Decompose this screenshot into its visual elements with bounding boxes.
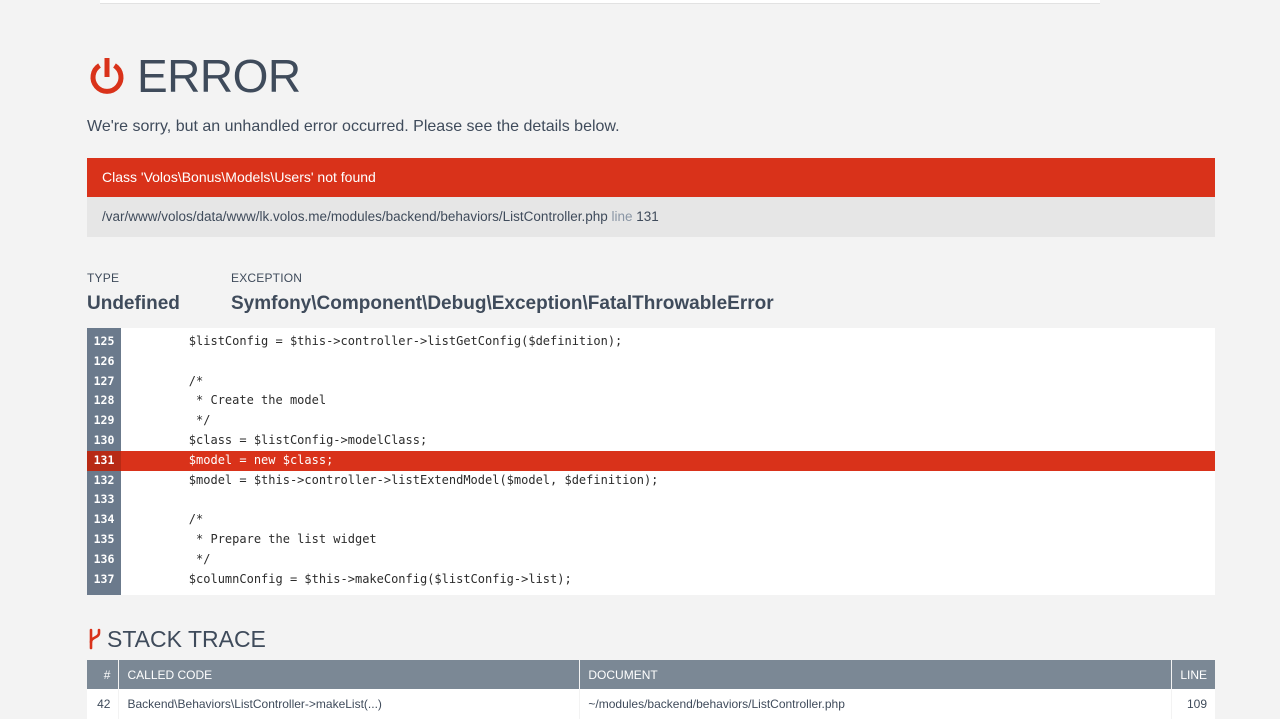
- code-line: 128 * Create the model: [87, 391, 1215, 411]
- code-text: $columnConfig = $this->makeConfig($listC…: [131, 571, 572, 586]
- code-text: /*: [131, 373, 204, 388]
- table-header-row: # CALLED CODE DOCUMENT LINE: [87, 660, 1215, 689]
- line-number: 134: [93, 512, 115, 527]
- line-label: line: [611, 209, 633, 224]
- line-number: 127: [93, 373, 115, 388]
- code-line: 130 $class = $listConfig->modelClass;: [87, 431, 1215, 451]
- line-number: 130: [93, 432, 115, 447]
- code-snippet: 125 $listConfig = $this->controller->lis…: [87, 328, 1215, 595]
- browser-top-edge: [100, 0, 1100, 4]
- code-line: 136 */: [87, 550, 1215, 570]
- column-header-line: LINE: [1171, 660, 1215, 689]
- column-header-document: DOCUMENT: [579, 660, 1173, 689]
- error-message-bar: Class 'Volos\Bonus\Models\Users' not fou…: [87, 158, 1215, 203]
- line-number: 132: [93, 472, 115, 487]
- code-text: /*: [131, 512, 204, 527]
- page-title: ERROR: [137, 50, 301, 102]
- line-number: 136: [93, 551, 115, 566]
- code-line-highlighted: 131 $model = new $class;: [87, 450, 1215, 471]
- line-number: 137: [93, 571, 115, 586]
- column-header-num: #: [87, 660, 120, 689]
- line-number: 133: [93, 492, 115, 507]
- stack-trace-heading: STACK TRACE: [87, 624, 266, 654]
- type-label: TYPE: [87, 271, 120, 285]
- code-text: */: [131, 413, 211, 428]
- table-row[interactable]: 42 Backend\Behaviors\ListController->mak…: [87, 689, 1215, 719]
- error-subtitle: We're sorry, but an unhandled error occu…: [87, 118, 620, 135]
- power-icon: [90, 58, 124, 94]
- code-line: 137 $columnConfig = $this->makeConfig($l…: [87, 570, 1215, 590]
- code-text: * Prepare the list widget: [131, 531, 377, 546]
- code-text: $model = $this->controller->listExtendMo…: [131, 472, 659, 487]
- row-line: 109: [1171, 689, 1215, 719]
- code-line: 135 * Prepare the list widget: [87, 530, 1215, 550]
- line-number: 131: [87, 450, 121, 471]
- row-num: 42: [87, 689, 120, 719]
- error-heading: ERROR: [87, 50, 301, 102]
- code-line: 134 /*: [87, 510, 1215, 530]
- row-document: ~/modules/backend/behaviors/ListControll…: [579, 689, 1173, 719]
- code-line: 132 $model = $this->controller->listExte…: [87, 471, 1215, 491]
- error-file-path: /var/www/volos/data/www/lk.volos.me/modu…: [102, 209, 608, 224]
- branch-icon: [89, 628, 101, 650]
- exception-value: Symfony\Component\Debug\Exception\FatalT…: [231, 293, 774, 314]
- code-line: 133: [87, 490, 1215, 510]
- column-header-called-code: CALLED CODE: [118, 660, 581, 689]
- code-line: 127 /*: [87, 372, 1215, 392]
- line-number: 125: [93, 334, 115, 348]
- exception-label: EXCEPTION: [231, 271, 303, 285]
- code-text: */: [131, 551, 211, 566]
- line-number: 129: [93, 413, 115, 428]
- error-line-number: 131: [636, 209, 659, 224]
- line-number: 128: [93, 393, 115, 408]
- code-line: 126: [87, 352, 1215, 372]
- row-called-code: Backend\Behaviors\ListController->makeLi…: [118, 689, 581, 719]
- stack-trace-table: # CALLED CODE DOCUMENT LINE 42 Backend\B…: [87, 660, 1215, 719]
- line-number: 135: [93, 531, 115, 546]
- code-text: * Create the model: [131, 393, 327, 408]
- type-value: Undefined: [87, 293, 180, 314]
- code-line: 125 $listConfig = $this->controller->lis…: [87, 332, 1215, 352]
- code-text: $class = $listConfig->modelClass;: [131, 432, 428, 447]
- code-line: 129 */: [87, 411, 1215, 431]
- code-lines: 125 $listConfig = $this->controller->lis…: [87, 332, 1215, 589]
- code-text: $listConfig = $this->controller->listGet…: [131, 334, 623, 348]
- stack-trace-title: STACK TRACE: [107, 625, 266, 652]
- error-message: Class 'Volos\Bonus\Models\Users' not fou…: [102, 169, 376, 185]
- error-file-bar: /var/www/volos/data/www/lk.volos.me/modu…: [87, 197, 1215, 237]
- line-number: 126: [93, 353, 115, 368]
- code-text: $model = new $class;: [131, 452, 334, 467]
